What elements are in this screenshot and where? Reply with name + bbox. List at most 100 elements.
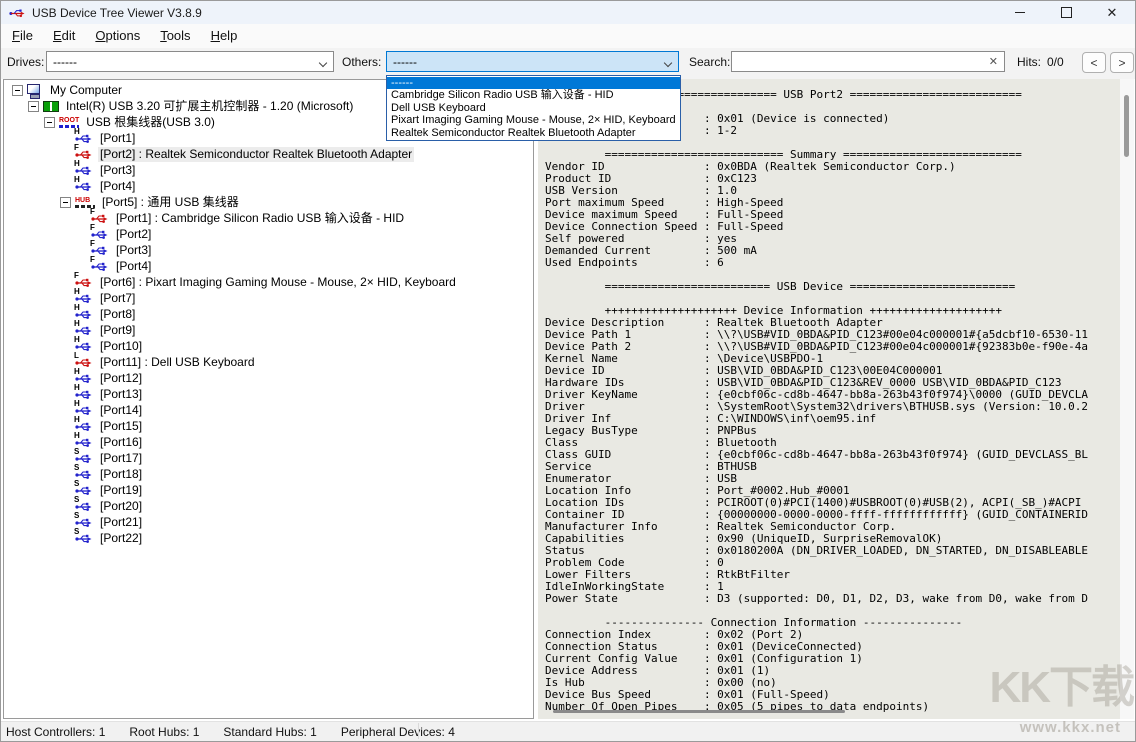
- menu-item-edit[interactable]: Edit: [43, 24, 85, 48]
- details-panel[interactable]: ========================== USB Port2 ===…: [538, 79, 1134, 719]
- app-usb-icon: [9, 7, 25, 19]
- tree-label: [Port6] : Pixart Imaging Gaming Mouse - …: [98, 275, 458, 290]
- tree-row[interactable]: S[Port22]: [4, 530, 533, 546]
- clear-search-icon[interactable]: ✕: [989, 55, 998, 68]
- dropdown-item[interactable]: Realtek Semiconductor Realtek Bluetooth …: [387, 127, 680, 139]
- hub-icon: HUB: [75, 197, 95, 208]
- app-window: USB Device Tree Viewer V3.8.9 ✕ FileEdit…: [0, 0, 1136, 742]
- tree-row[interactable]: S[Port18]: [4, 466, 533, 482]
- tree-row[interactable]: S[Port20]: [4, 498, 533, 514]
- status-item: Standard Hubs: 1: [223, 725, 316, 739]
- tree-label: Intel(R) USB 3.20 可扩展主机控制器 - 1.20 (Micro…: [64, 99, 355, 114]
- collapse-icon[interactable]: [28, 101, 39, 112]
- dropdown-item[interactable]: Pixart Imaging Gaming Mouse - Mouse, 2× …: [387, 114, 680, 126]
- tree-row[interactable]: H[Port12]: [4, 370, 533, 386]
- drives-label: Drives:: [7, 55, 44, 69]
- tree-label: [Port1]: [98, 131, 137, 146]
- tree-row[interactable]: H[Port7]: [4, 290, 533, 306]
- tree-label: [Port13]: [98, 387, 144, 402]
- tree-row[interactable]: S[Port21]: [4, 514, 533, 530]
- close-button[interactable]: ✕: [1089, 1, 1135, 24]
- dropdown-item[interactable]: Cambridge Silicon Radio USB 输入设备 - HID: [387, 89, 680, 101]
- usb-port-icon: F: [91, 260, 110, 272]
- horizontal-scrollbar-thumb[interactable]: [553, 710, 845, 713]
- computer-icon: [27, 84, 43, 97]
- tree-row[interactable]: F[Port2]: [4, 226, 533, 242]
- tree-label: [Port2]: [114, 227, 153, 242]
- minimize-button[interactable]: [997, 1, 1043, 24]
- status-bar-divider: [418, 723, 419, 739]
- tree-label: [Port5] : 通用 USB 集线器: [100, 195, 241, 210]
- tree-row[interactable]: F[Port1] : Cambridge Silicon Radio USB 输…: [4, 210, 533, 226]
- device-tree: My ComputerIntel(R) USB 3.20 可扩展主机控制器 - …: [4, 80, 533, 546]
- tree-label: [Port4]: [114, 259, 153, 274]
- status-item: Root Hubs: 1: [129, 725, 199, 739]
- tree-label: [Port2] : Realtek Semiconductor Realtek …: [98, 147, 414, 162]
- tree-label: [Port16]: [98, 435, 144, 450]
- drives-combobox[interactable]: ------: [46, 51, 334, 72]
- others-combobox[interactable]: ------: [386, 51, 679, 72]
- watermark-text: KK下载: [989, 651, 1133, 715]
- tree-panel: My ComputerIntel(R) USB 3.20 可扩展主机控制器 - …: [3, 79, 534, 719]
- tree-row[interactable]: H[Port4]: [4, 178, 533, 194]
- tree-row[interactable]: H[Port10]: [4, 338, 533, 354]
- watermark-url: www.kkx.net: [1020, 719, 1121, 736]
- tree-row[interactable]: F[Port3]: [4, 242, 533, 258]
- next-hit-button[interactable]: >: [1110, 52, 1134, 73]
- menu-item-tools[interactable]: Tools: [150, 24, 200, 48]
- collapse-icon[interactable]: [60, 197, 71, 208]
- tree-label: [Port14]: [98, 403, 144, 418]
- vertical-scrollbar[interactable]: [1120, 79, 1134, 719]
- tree-label: [Port7]: [98, 291, 137, 306]
- collapse-icon[interactable]: [12, 85, 23, 96]
- tree-label: [Port1] : Cambridge Silicon Radio USB 输入…: [114, 211, 406, 226]
- tree-label: [Port19]: [98, 483, 144, 498]
- tree-row[interactable]: F[Port6] : Pixart Imaging Gaming Mouse -…: [4, 274, 533, 290]
- tree-label: [Port22]: [98, 531, 144, 546]
- tree-row[interactable]: H[Port15]: [4, 418, 533, 434]
- tree-label: [Port10]: [98, 339, 144, 354]
- tree-row[interactable]: F [Port4]: [4, 258, 533, 274]
- tree-row[interactable]: H[Port9]: [4, 322, 533, 338]
- vertical-scrollbar-thumb[interactable]: [1124, 95, 1129, 157]
- dropdown-item[interactable]: Dell USB Keyboard: [387, 102, 680, 114]
- tree-row[interactable]: F[Port2] : Realtek Semiconductor Realtek…: [4, 146, 533, 162]
- hits-label: Hits:: [1017, 55, 1041, 69]
- menu-bar: FileEditOptionsToolsHelp: [1, 24, 1135, 49]
- tree-label: [Port11] : Dell USB Keyboard: [98, 355, 257, 370]
- tree-label: [Port17]: [98, 451, 144, 466]
- tree-row[interactable]: L[Port11] : Dell USB Keyboard: [4, 354, 533, 370]
- previous-hit-button[interactable]: <: [1082, 52, 1106, 73]
- host-controller-icon: [43, 101, 59, 112]
- tree-label: [Port9]: [98, 323, 137, 338]
- details-text: ========================== USB Port2 ===…: [538, 79, 1088, 713]
- tree-row[interactable]: S[Port17]: [4, 450, 533, 466]
- menu-item-help[interactable]: Help: [201, 24, 248, 48]
- chevron-down-icon: [320, 60, 327, 67]
- tree-row[interactable]: H[Port3]: [4, 162, 533, 178]
- chevron-down-icon: [665, 60, 672, 67]
- tree-label: [Port8]: [98, 307, 137, 322]
- tree-row[interactable]: H[Port16]: [4, 434, 533, 450]
- tree-label: [Port15]: [98, 419, 144, 434]
- collapse-icon[interactable]: [44, 117, 55, 128]
- tree-row[interactable]: HUB [Port5] : 通用 USB 集线器: [4, 194, 533, 210]
- tree-label: [Port3]: [114, 243, 153, 258]
- tree-row[interactable]: H[Port14]: [4, 402, 533, 418]
- status-bar: Host Controllers: 1Root Hubs: 1Standard …: [1, 721, 1135, 741]
- others-label: Others:: [342, 55, 381, 69]
- window-title: USB Device Tree Viewer V3.8.9: [32, 6, 202, 20]
- tree-row[interactable]: H[Port8]: [4, 306, 533, 322]
- menu-item-options[interactable]: Options: [85, 24, 150, 48]
- menu-item-file[interactable]: File: [2, 24, 43, 48]
- search-label: Search:: [689, 55, 730, 69]
- search-input[interactable]: [736, 53, 986, 72]
- others-dropdown-list: ------Cambridge Silicon Radio USB 输入设备 -…: [386, 75, 681, 141]
- tree-row[interactable]: H[Port13]: [4, 386, 533, 402]
- search-box: ✕: [731, 51, 1005, 72]
- root-hub-icon: ROOT: [59, 117, 79, 128]
- usb-port-icon: H: [75, 180, 94, 192]
- maximize-button[interactable]: [1043, 1, 1089, 24]
- dropdown-item[interactable]: ------: [387, 77, 680, 89]
- tree-row[interactable]: S[Port19]: [4, 482, 533, 498]
